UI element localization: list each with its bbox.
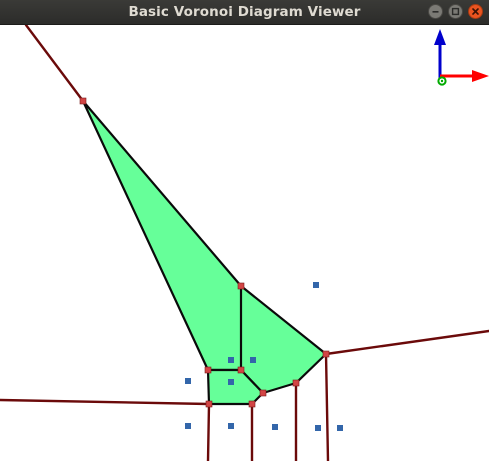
- voronoi-vertex[interactable]: [248, 400, 256, 408]
- site-point[interactable]: [337, 425, 343, 431]
- minimize-button[interactable]: [428, 4, 443, 19]
- voronoi-edge: [206, 402, 211, 461]
- app-window: Basic Voronoi Diagram Viewer: [0, 0, 489, 461]
- site-point[interactable]: [315, 425, 321, 431]
- site-point[interactable]: [228, 357, 234, 363]
- site-point[interactable]: [228, 379, 234, 385]
- voronoi-vertex[interactable]: [237, 282, 245, 290]
- maximize-icon: [451, 7, 460, 16]
- voronoi-diagram[interactable]: [0, 23, 489, 461]
- voronoi-vertex[interactable]: [322, 350, 330, 358]
- maximize-button[interactable]: [448, 4, 463, 19]
- voronoi-vertex[interactable]: [204, 366, 212, 374]
- voronoi-vertex[interactable]: [259, 389, 267, 397]
- site-point[interactable]: [313, 282, 319, 288]
- site-point[interactable]: [185, 378, 191, 384]
- close-button[interactable]: [468, 4, 483, 19]
- title-bar[interactable]: Basic Voronoi Diagram Viewer: [0, 0, 489, 25]
- voronoi-vertex[interactable]: [292, 379, 300, 387]
- site-point[interactable]: [272, 424, 278, 430]
- voronoi-vertex[interactable]: [237, 366, 245, 374]
- minimize-icon: [431, 7, 440, 16]
- site-point[interactable]: [185, 423, 191, 429]
- window-title: Basic Voronoi Diagram Viewer: [128, 4, 361, 20]
- site-point[interactable]: [228, 423, 234, 429]
- voronoi-vertex[interactable]: [205, 400, 213, 408]
- site-point[interactable]: [250, 357, 256, 363]
- close-icon: [471, 7, 480, 16]
- viewport-canvas[interactable]: [0, 23, 489, 461]
- voronoi-vertex[interactable]: [79, 97, 87, 105]
